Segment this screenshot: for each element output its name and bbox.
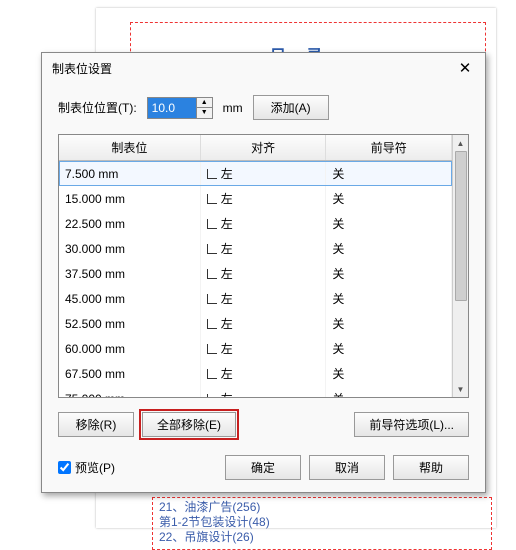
position-input[interactable] [148,98,196,118]
remove-button[interactable]: 移除(R) [58,412,134,437]
dialog-titlebar[interactable]: 制表位设置 ✕ [42,53,485,83]
table-row[interactable]: 15.000 mm左关 [59,186,452,211]
cell-leader: 关 [326,236,452,261]
table-row[interactable]: 45.000 mm左关 [59,286,452,311]
cell-leader: 关 [326,361,452,386]
table-row[interactable]: 7.500 mm左关 [59,161,452,187]
align-left-icon [207,294,217,304]
cell-leader: 关 [326,386,452,397]
cell-position: 75.000 mm [59,386,200,397]
table-row[interactable]: 52.500 mm左关 [59,311,452,336]
bottom-row: 预览(P) 确定 取消 帮助 [58,455,469,480]
cell-leader: 关 [326,261,452,286]
cell-align: 左 [200,361,326,386]
cell-position: 60.000 mm [59,336,200,361]
ok-button[interactable]: 确定 [225,455,301,480]
align-left-icon [207,319,217,329]
cell-align: 左 [200,211,326,236]
add-button[interactable]: 添加(A) [253,95,329,120]
cell-position: 7.500 mm [59,161,200,187]
cell-align: 左 [200,261,326,286]
cell-align: 左 [200,161,326,187]
cell-leader: 关 [326,286,452,311]
unit-label: mm [223,101,243,115]
align-left-icon [207,244,217,254]
cell-position: 45.000 mm [59,286,200,311]
tabs-table-body: 7.500 mm左关15.000 mm左关22.500 mm左关30.000 m… [59,161,452,398]
cell-align: 左 [200,236,326,261]
cell-align: 左 [200,336,326,361]
th-position[interactable]: 制表位 [59,135,200,161]
tabs-table: 制表位 对齐 前导符 7.500 mm左关15.000 mm左关22.500 m… [59,135,452,397]
bg-toc-lines: 21、油漆广告(256) 第1-2节包装设计(48) 22、吊旗设计(26) [152,497,492,550]
bg-line: 21、油漆广告(256) [159,500,485,515]
position-label: 制表位位置(T): [58,99,137,116]
cell-leader: 关 [326,336,452,361]
leader-options-button[interactable]: 前导符选项(L)... [354,412,469,437]
spinner-arrows: ▲ ▼ [196,98,212,118]
table-row[interactable]: 60.000 mm左关 [59,336,452,361]
tab-settings-dialog: 制表位设置 ✕ 制表位位置(T): ▲ ▼ mm 添加(A) [41,52,486,493]
spin-up-icon[interactable]: ▲ [197,98,212,109]
align-left-icon [207,219,217,229]
remove-all-button[interactable]: 全部移除(E) [142,412,236,437]
scroll-down-icon[interactable]: ▼ [453,381,468,397]
table-header-row: 制表位 对齐 前导符 [59,135,452,161]
table-row[interactable]: 22.500 mm左关 [59,211,452,236]
cell-leader: 关 [326,186,452,211]
cell-align: 左 [200,311,326,336]
preview-label: 预览(P) [75,459,115,476]
help-button[interactable]: 帮助 [393,455,469,480]
align-left-icon [207,369,217,379]
action-row: 移除(R) 全部移除(E) 前导符选项(L)... [58,412,469,437]
dialog-title: 制表位设置 [52,60,112,77]
scroll-thumb[interactable] [455,151,467,301]
cell-position: 22.500 mm [59,211,200,236]
preview-checkbox-wrap[interactable]: 预览(P) [58,459,115,476]
th-align[interactable]: 对齐 [200,135,326,161]
cell-align: 左 [200,286,326,311]
align-left-icon [207,344,217,354]
align-left-icon [207,394,217,397]
align-left-icon [207,169,217,179]
cell-leader: 关 [326,161,452,187]
tabs-table-scroll[interactable]: 制表位 对齐 前导符 7.500 mm左关15.000 mm左关22.500 m… [59,135,452,397]
cell-align: 左 [200,186,326,211]
cell-leader: 关 [326,211,452,236]
spin-down-icon[interactable]: ▼ [197,108,212,118]
table-row[interactable]: 30.000 mm左关 [59,236,452,261]
dialog-content: 制表位位置(T): ▲ ▼ mm 添加(A) 制表位 对齐 [42,83,485,492]
cell-align: 左 [200,386,326,397]
position-spinner[interactable]: ▲ ▼ [147,97,213,119]
scroll-up-icon[interactable]: ▲ [453,135,468,151]
position-row: 制表位位置(T): ▲ ▼ mm 添加(A) [58,95,469,120]
close-icon[interactable]: ✕ [453,59,477,77]
cell-leader: 关 [326,311,452,336]
spacer [244,412,346,437]
preview-checkbox[interactable] [58,461,71,474]
cell-position: 15.000 mm [59,186,200,211]
cell-position: 30.000 mm [59,236,200,261]
align-left-icon [207,194,217,204]
cell-position: 67.500 mm [59,361,200,386]
th-leader[interactable]: 前导符 [326,135,452,161]
table-row[interactable]: 75.000 mm左关 [59,386,452,397]
align-left-icon [207,269,217,279]
cell-position: 37.500 mm [59,261,200,286]
cancel-button[interactable]: 取消 [309,455,385,480]
vertical-scrollbar[interactable]: ▲ ▼ [452,135,468,397]
cell-position: 52.500 mm [59,311,200,336]
tabs-table-wrap: 制表位 对齐 前导符 7.500 mm左关15.000 mm左关22.500 m… [58,134,469,398]
bg-line: 第1-2节包装设计(48) [159,515,485,530]
table-row[interactable]: 67.500 mm左关 [59,361,452,386]
table-row[interactable]: 37.500 mm左关 [59,261,452,286]
